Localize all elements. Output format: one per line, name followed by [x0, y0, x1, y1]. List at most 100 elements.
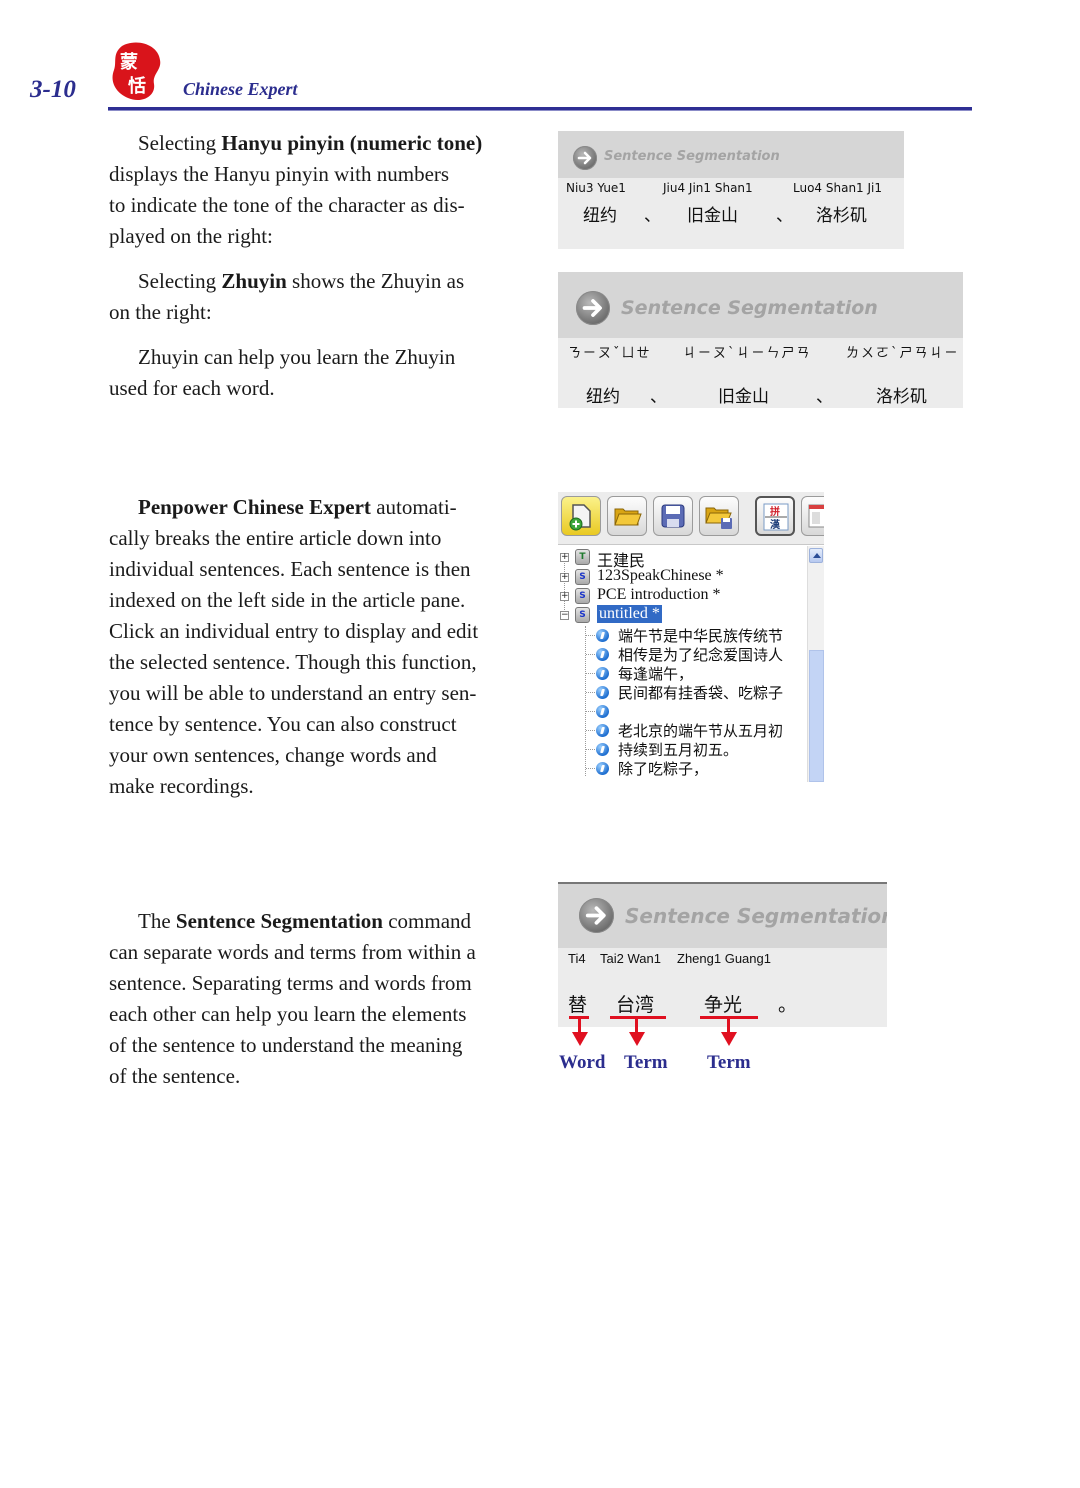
para-line: you will be able to understand an entry … [109, 681, 477, 705]
sentence-label[interactable]: 端午节是中华民族传统节 [618, 625, 783, 646]
new-document-button[interactable] [561, 496, 601, 536]
para-line: each other can help you learn the elemen… [109, 1002, 467, 1026]
pinyin-reading: Niu3 Yue1 [566, 181, 626, 195]
arrow-right-circle-icon[interactable] [579, 898, 614, 933]
segmented-term: 台湾 [616, 994, 655, 1016]
segment-separator: 、 [650, 387, 667, 407]
zhuyin-reading: ㄌㄨㄛˋㄕㄢㄐㄧ [846, 346, 960, 361]
sentence-label[interactable]: 民间都有挂香袋、吃粽子 [618, 682, 783, 703]
para-line: your own sentences, change words and [109, 743, 437, 767]
term-arrow-stem [727, 1017, 730, 1033]
paragraph-zhuyin: Selecting Zhuyin shows the Zhuyin as on … [109, 266, 529, 328]
sentence-entry[interactable]: 持续到五月初五。 [558, 740, 806, 759]
article-pane-screenshot: 拼漢 + T 王建民 + S 123SpeakChinese * + S PCE… [558, 492, 824, 782]
expand-icon[interactable]: + [560, 592, 569, 601]
paragraph-hanyu-pinyin: Selecting Hanyu pinyin (numeric tone) di… [109, 128, 529, 252]
term-underline [610, 1016, 666, 1019]
tree-guide-line [586, 692, 595, 693]
segmentation-header[interactable]: Sentence Segmentation [558, 884, 887, 948]
expand-icon[interactable]: + [560, 573, 569, 582]
layout-icon [808, 504, 824, 528]
tree-guide-line [564, 558, 565, 618]
sentence-label[interactable]: 每逢端午， [618, 663, 693, 684]
open-folder-icon [614, 508, 642, 526]
collapse-icon[interactable]: − [560, 611, 569, 620]
sentence-entry[interactable]: 除了吃粽子， [558, 759, 806, 778]
sentence-entry[interactable]: 每逢端午， [558, 664, 806, 683]
sentence-info-icon [596, 629, 609, 642]
save-button[interactable] [653, 496, 693, 536]
view-layout-button[interactable] [801, 496, 824, 536]
para-bold-term: Sentence Segmentation [175, 909, 383, 933]
sentence-info-icon [596, 648, 609, 661]
sentence-segmentation-pinyin-panel: Sentence Segmentation Niu3 Yue1 Jiu4 Jin… [558, 131, 904, 249]
term-label: Term [707, 1052, 751, 1073]
document-t-icon: T [575, 549, 590, 565]
para-line: can separate words and terms from within… [109, 940, 476, 964]
sentence-info-icon [596, 762, 609, 775]
term-label: Term [624, 1052, 668, 1073]
red-seal-logo-icon: 蒙 恬 [108, 40, 166, 102]
sentence-label[interactable]: 除了吃粽子， [618, 758, 708, 779]
tree-guide-line [586, 711, 595, 712]
vertical-scrollbar[interactable] [807, 546, 824, 782]
segmentation-header[interactable]: Sentence Segmentation [558, 131, 904, 178]
paragraph-zhuyin-help: Zhuyin can help you learn the Zhuyin use… [109, 342, 529, 404]
sentence-entry[interactable]: 老北京的端午节从五月初 [558, 721, 806, 740]
paragraph-sentence-segmentation: The Sentence Segmentation command can se… [109, 906, 529, 1092]
zhuyin-reading: ㄋㄧㄡˇㄩㄝ [568, 346, 652, 361]
para-line: make recordings. [109, 774, 254, 798]
sentence-entry[interactable]: 端午节是中华民族传统节 [558, 626, 806, 645]
scrollbar-thumb[interactable] [809, 650, 824, 782]
sentence-info-icon [596, 686, 609, 699]
sentence-entry[interactable]: 民间都有挂香袋、吃粽子 [558, 683, 806, 702]
pinyin-reading: Jiu4 Jin1 Shan1 [663, 181, 753, 195]
tree-guide-line [586, 635, 595, 636]
svg-text:蒙: 蒙 [120, 52, 138, 73]
document-label[interactable]: 123SpeakChinese * [597, 567, 724, 585]
segmented-term: 旧金山 [718, 387, 769, 407]
document-label[interactable]: PCE introduction * [597, 586, 721, 604]
pinyin-reading: Luo4 Shan1 Ji1 [793, 181, 883, 195]
segmented-term: 纽约 [586, 387, 620, 407]
article-tree: + T 王建民 + S 123SpeakChinese * + S PCE in… [558, 546, 806, 782]
open-folder-button[interactable] [607, 496, 647, 536]
pinyin-reading: Tai2 Wan1 [600, 951, 661, 966]
document-label[interactable]: untitled * [597, 605, 662, 623]
arrow-down-icon [721, 1032, 737, 1046]
sentence-info-icon [596, 743, 609, 756]
para-line: on the right: [109, 300, 212, 324]
header-divider [108, 107, 972, 111]
word-arrow-stem [578, 1017, 581, 1033]
arrow-down-icon [629, 1032, 645, 1046]
pinyin-reading: Ti4 [568, 951, 586, 966]
svg-text:恬: 恬 [128, 75, 146, 97]
sentence-info-icon [596, 705, 609, 718]
sentence-info-icon [596, 667, 609, 680]
tree-guide-line [586, 730, 595, 731]
pinyin-han-icon: 拼漢 [763, 503, 789, 531]
sentence-segmentation-terms-panel: Sentence Segmentation Ti4 Tai2 Wan1 Zhen… [558, 882, 887, 1027]
arrow-right-circle-icon[interactable] [576, 291, 610, 325]
expand-icon[interactable]: + [560, 553, 569, 562]
segmented-term: 旧金山 [687, 206, 738, 226]
sentence-entry[interactable]: 相传是为了纪念爱国诗人 [558, 645, 806, 664]
scroll-up-arrow-icon[interactable] [809, 548, 823, 563]
para-line: sentence. Separating terms and words fro… [109, 971, 472, 995]
para-bold-term: Zhuyin [221, 269, 287, 293]
para-line: the selected sentence. Though this funct… [109, 650, 477, 674]
sentence-entry[interactable] [558, 702, 806, 721]
para-text: command [382, 909, 472, 933]
document-s-icon: S [575, 569, 590, 585]
para-line: individual sentences. Each sentence is t… [109, 557, 471, 581]
tree-guide-line [586, 654, 595, 655]
save-as-button[interactable] [699, 496, 739, 536]
sentence-label[interactable]: 相传是为了纪念爱国诗人 [618, 644, 783, 665]
segmentation-header[interactable]: Sentence Segmentation [558, 272, 963, 338]
arrow-right-circle-icon[interactable] [573, 146, 597, 170]
segmented-term: 争光 [704, 994, 743, 1016]
pinyin-chinese-toggle-button[interactable]: 拼漢 [755, 496, 795, 536]
sentence-label[interactable]: 持续到五月初五。 [618, 739, 738, 760]
sentence-label[interactable]: 老北京的端午节从五月初 [618, 720, 783, 741]
word-label: Word [559, 1052, 606, 1073]
